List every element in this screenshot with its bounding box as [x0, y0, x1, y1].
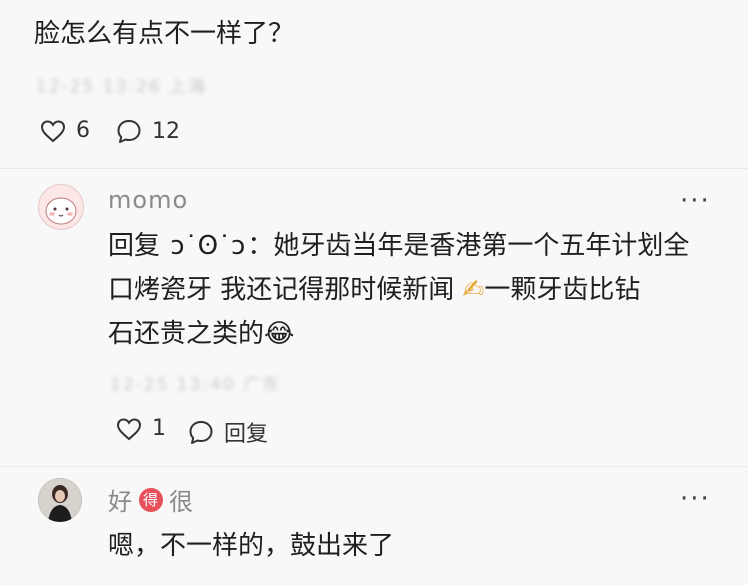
reply1-username[interactable]: momo: [108, 186, 188, 214]
reply1-line1: 回复 ↄ˙ʘ˙ↄ：她牙齿当年是香港第一个五年计划全: [108, 226, 728, 266]
reply1-like-count: 1: [152, 416, 166, 441]
avatar[interactable]: [38, 478, 82, 522]
speech-bubble-icon: [188, 419, 214, 445]
reply1-reply-button[interactable]: 回复: [188, 416, 268, 448]
avatar[interactable]: [38, 184, 84, 230]
crying-laugh-emoji: 😂: [264, 319, 295, 349]
reply1-reply-label: 回复: [224, 422, 269, 447]
heart-icon: [40, 119, 66, 143]
reply-prefix: 回复: [108, 231, 161, 261]
heart-icon: [116, 417, 142, 441]
reply1-line3: 石还贵之类的😂: [108, 314, 728, 354]
top-comment-meta: 12-25 13:26 上海: [36, 77, 208, 97]
reply1-line2-tail: 一颗牙齿比钻: [484, 275, 641, 305]
username-badge: 得: [139, 487, 163, 512]
reply2-username-part2: 很: [169, 488, 194, 516]
writing-hand-emoji: ✍: [462, 275, 485, 305]
reply1-line1-text: ：她牙齿当年是香港第一个五年计划全: [247, 231, 690, 261]
reply1-meta: 12-25 13:40 广东: [110, 375, 282, 395]
top-comment-button[interactable]: 12: [116, 118, 180, 144]
divider: [0, 466, 748, 467]
top-reply-count: 12: [152, 118, 180, 144]
more-dots-icon[interactable]: ···: [680, 186, 711, 216]
reply2-username[interactable]: 好 得 很: [108, 482, 194, 517]
top-like-count: 6: [76, 118, 90, 143]
reply2-username-part1: 好: [108, 488, 133, 516]
top-comment-text: 脸怎么有点不一样了？: [34, 19, 295, 49]
reply1-body: 回复 ↄ˙ʘ˙ↄ：她牙齿当年是香港第一个五年计划全 口烤瓷牙 我还记得那时候新闻…: [108, 226, 728, 354]
reply1-line2: 口烤瓷牙 我还记得那时候新闻 ✍一颗牙齿比钻: [108, 270, 728, 310]
more-dots-icon[interactable]: ···: [680, 484, 711, 514]
reply1-like-button[interactable]: 1: [116, 416, 166, 441]
reply2-text: 嗯，不一样的，鼓出来了: [108, 531, 395, 561]
divider: [0, 168, 748, 169]
reply1-line2-text: 口烤瓷牙 我还记得那时候新闻: [108, 275, 455, 305]
speech-bubble-icon: [116, 118, 142, 144]
reply1-line3-text: 石还贵之类的: [108, 319, 265, 349]
reply-to-user[interactable]: ↄ˙ʘ˙ↄ: [170, 231, 245, 261]
top-like-button[interactable]: 6: [40, 118, 90, 143]
